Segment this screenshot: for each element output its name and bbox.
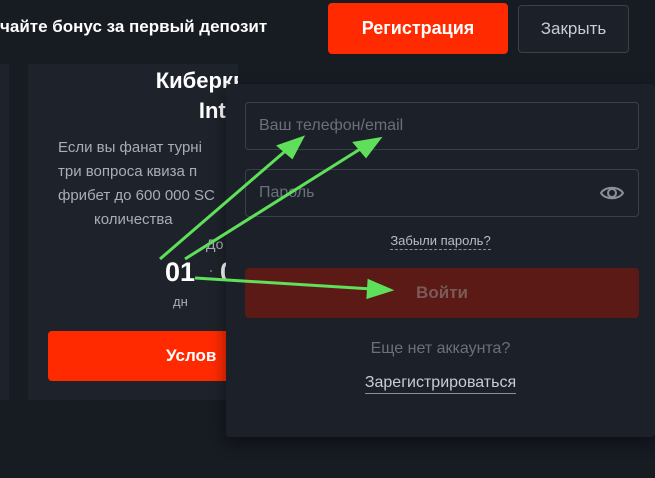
promo-desc-line: Если вы фанат турні bbox=[58, 139, 202, 156]
promo-title-line-2: Intern bbox=[198, 98, 238, 123]
countdown-label: До bbox=[206, 236, 224, 252]
promo-card: Киберкви Intern Если вы фанат турні три … bbox=[28, 64, 238, 400]
countdown-days-unit: дн bbox=[173, 294, 188, 309]
promo-desc-line: три вопроса квиза п bbox=[58, 163, 198, 180]
promo-desc-line: фрибет до 600 000 SC bbox=[58, 187, 215, 204]
phone-email-field bbox=[245, 102, 639, 150]
eye-icon[interactable] bbox=[599, 182, 625, 204]
no-account-text: Еще нет аккаунта? bbox=[370, 340, 511, 357]
forgot-password-row: Забыли пароль? bbox=[226, 232, 655, 250]
login-button[interactable]: Войти bbox=[245, 268, 639, 318]
promo-desc-line: количества bbox=[94, 211, 173, 228]
countdown-days: 01 bbox=[165, 257, 196, 287]
top-bar: чайте бонус за первый депозит Регистраци… bbox=[0, 0, 655, 58]
side-card-edge bbox=[0, 64, 9, 400]
password-field bbox=[245, 169, 639, 217]
conditions-button[interactable]: Услов bbox=[48, 331, 238, 381]
forgot-password-link[interactable]: Забыли пароль? bbox=[390, 233, 491, 250]
promo-card-description: Если вы фанат турні три вопроса квиза п … bbox=[58, 136, 238, 232]
phone-email-input[interactable] bbox=[246, 103, 638, 149]
register-button[interactable]: Регистрация bbox=[328, 3, 508, 54]
register-link[interactable]: Зарегистрироваться bbox=[364, 374, 517, 394]
password-input[interactable] bbox=[246, 170, 638, 216]
countdown-separator: · bbox=[208, 260, 214, 280]
login-dropdown: Забыли пароль? Войти Еще нет аккаунта? З… bbox=[226, 84, 655, 437]
close-button[interactable]: Закрыть bbox=[518, 5, 629, 53]
promo-banner-text: чайте бонус за первый депозит bbox=[0, 17, 268, 36]
promo-card-title: Киберкви Intern bbox=[28, 66, 238, 126]
register-link-row: Зарегистрироваться bbox=[226, 374, 655, 394]
